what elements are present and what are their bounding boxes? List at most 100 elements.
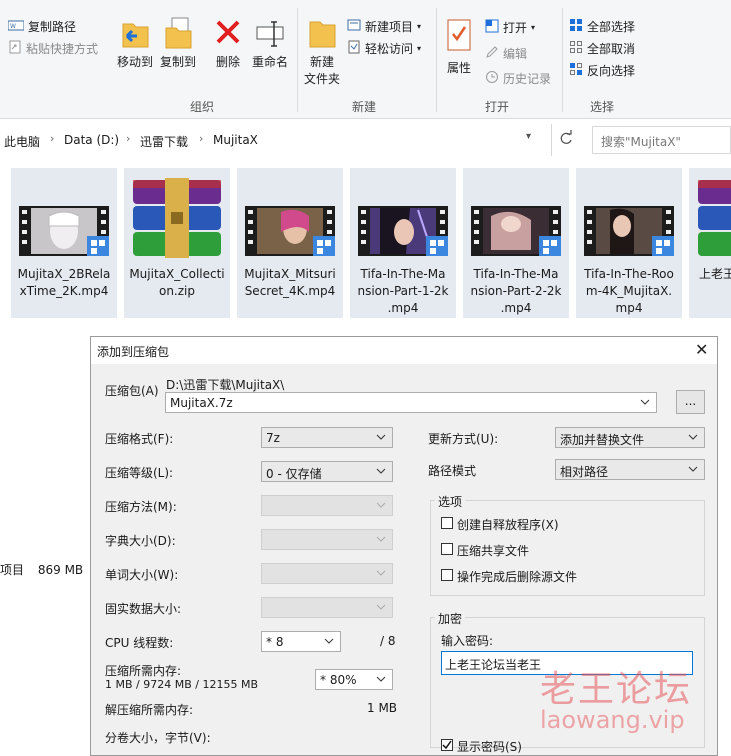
dictionary-select[interactable]: [261, 529, 393, 550]
cpu-threads-select[interactable]: * 8: [261, 631, 341, 652]
browse-button[interactable]: ...: [676, 390, 705, 414]
chevron-down-icon: [688, 466, 698, 472]
open-icon: [485, 19, 499, 36]
shared-files-checkbox[interactable]: [441, 543, 453, 555]
file-item[interactable]: MujitaX_Collecti on.zip: [124, 168, 230, 318]
new-item-button[interactable]: 新建项目 ▾: [347, 18, 421, 35]
group-select-label: 选择: [590, 100, 615, 114]
delete-after-checkbox-label: 操作完成后删除源文件: [457, 570, 578, 584]
easy-access-button[interactable]: 轻松访问 ▾: [347, 40, 421, 57]
solid-size-label: 固实数据大小:: [105, 602, 182, 616]
file-item[interactable]: Tifa-In-The-Roo m-4K_MujitaX. mp4: [576, 168, 682, 318]
status-items-label: 项目: [0, 563, 25, 577]
update-mode-label: 更新方式(U):: [428, 432, 499, 446]
address-history-dropdown-icon[interactable]: ▾: [526, 131, 531, 142]
chevron-right-icon[interactable]: ›: [50, 132, 54, 145]
breadcrumb-folder[interactable]: 迅雷下载: [140, 133, 188, 150]
chevron-down-icon: [376, 676, 386, 682]
open-button[interactable]: 打开 ▾: [485, 19, 535, 36]
delete-button[interactable]: 删除: [208, 16, 248, 70]
memory-percent-select[interactable]: * 80%: [315, 669, 393, 690]
format-select[interactable]: 7z: [261, 427, 393, 448]
history-button[interactable]: 历史记录: [485, 70, 551, 87]
file-item[interactable]: Tifa-In-The-Ma nsion-Part-2-2k .mp4: [463, 168, 569, 318]
archive-name-combo[interactable]: MujitaX.7z: [165, 392, 657, 413]
paste-shortcut-button[interactable]: 粘贴快捷方式: [8, 40, 98, 57]
new-folder-icon: [306, 16, 338, 53]
word-size-select[interactable]: [261, 563, 393, 584]
archive-name-value[interactable]: MujitaX.7z: [170, 396, 233, 410]
chevron-down-icon: [376, 604, 386, 610]
file-name: MujitaX_Mitsuri Secret_4K.mp4: [244, 267, 336, 298]
edit-button[interactable]: 编辑: [485, 45, 527, 62]
copy-path-icon: W: [7, 19, 25, 34]
chevron-down-icon: ▾: [417, 44, 422, 53]
new-item-icon: [347, 18, 361, 35]
file-item[interactable]: 上老王: [689, 168, 731, 318]
svg-text:W: W: [10, 23, 16, 30]
file-name: Tifa-In-The-Ma nsion-Part-1-2k .mp4: [357, 267, 449, 315]
file-name: 上老王: [699, 267, 731, 281]
ribbon: W 复制路径 粘贴快捷方式 移动到 复制到 删除 重命名 组织 新建 文件夹 新…: [0, 0, 731, 119]
delete-after-checkbox[interactable]: [441, 569, 453, 581]
rename-button[interactable]: 重命名: [248, 16, 292, 70]
select-all-button[interactable]: 全部选择: [569, 18, 635, 35]
decompress-memory-label: 解压缩所需内存:: [105, 703, 194, 717]
solid-size-select[interactable]: [261, 597, 393, 618]
copy-to-button[interactable]: 复制到: [158, 16, 198, 70]
method-select[interactable]: [261, 495, 393, 516]
chevron-down-icon[interactable]: [638, 394, 652, 410]
file-item[interactable]: Tifa-In-The-Ma nsion-Part-1-2k .mp4: [350, 168, 456, 318]
chevron-right-icon[interactable]: ›: [126, 132, 130, 145]
chevron-right-icon[interactable]: ›: [199, 132, 203, 145]
checkmark-icon: [442, 740, 452, 750]
search-input-placeholder[interactable]: 搜索"MujitaX": [601, 133, 681, 150]
level-select[interactable]: 0 - 仅存储: [261, 461, 393, 482]
search-box[interactable]: 搜索"MujitaX": [592, 126, 731, 154]
method-label: 压缩方法(M):: [105, 500, 177, 514]
breadcrumb-this-pc[interactable]: 此电脑: [4, 133, 40, 150]
dialog-titlebar[interactable]: 添加到压缩包 ✕: [90, 336, 718, 364]
invert-selection-button[interactable]: 反向选择: [569, 62, 635, 79]
paste-shortcut-icon: [8, 40, 22, 57]
chevron-down-icon: [376, 434, 386, 440]
copy-path-button[interactable]: W 复制路径: [7, 18, 76, 35]
sfx-checkbox-label: 创建自释放程序(X): [457, 518, 559, 532]
encryption-group-title: 加密: [435, 610, 466, 627]
breadcrumb-drive[interactable]: Data (D:): [64, 133, 119, 147]
update-mode-select[interactable]: 添加并替换文件: [555, 427, 705, 448]
status-size: 869 MB: [37, 563, 84, 577]
sfx-checkbox[interactable]: [441, 517, 453, 529]
file-item[interactable]: MujitaX_2BRela xTime_2K.mp4: [11, 168, 117, 318]
shared-files-checkbox-label: 压缩共享文件: [457, 544, 530, 558]
video-thumbnail-icon: [19, 206, 109, 256]
delete-icon: [212, 16, 244, 53]
rename-icon: [254, 16, 286, 53]
status-bar: 项目 869 MB: [0, 561, 83, 578]
refresh-icon[interactable]: [558, 129, 574, 152]
close-icon[interactable]: ✕: [695, 340, 708, 359]
dialog-title: 添加到压缩包: [97, 345, 170, 359]
path-mode-select[interactable]: 相对路径: [555, 459, 705, 480]
breadcrumb-current[interactable]: MujitaX: [213, 133, 258, 147]
show-password-label: 显示密码(S): [457, 740, 522, 754]
move-to-button[interactable]: 移动到: [115, 16, 155, 70]
chevron-down-icon: [376, 570, 386, 576]
file-item[interactable]: MujitaX_Mitsuri Secret_4K.mp4: [237, 168, 343, 318]
video-thumbnail-icon: [584, 206, 674, 256]
path-mode-label: 路径模式: [428, 464, 477, 478]
invert-selection-icon: [569, 62, 583, 79]
dictionary-label: 字典大小(D):: [105, 534, 176, 548]
file-name: Tifa-In-The-Ma nsion-Part-2-2k .mp4: [470, 267, 562, 315]
chevron-down-icon: ▾: [417, 22, 422, 31]
new-folder-button[interactable]: 新建 文件夹: [302, 16, 342, 87]
show-password-checkbox[interactable]: [441, 739, 453, 751]
split-volume-label: 分卷大小，字节(V):: [105, 731, 211, 745]
properties-button[interactable]: 属性: [441, 16, 477, 76]
cpu-threads-total: / 8: [380, 634, 396, 648]
decompress-memory-value: 1 MB: [367, 701, 398, 715]
address-divider: [551, 124, 552, 156]
select-none-button[interactable]: 全部取消: [569, 40, 635, 57]
password-label: 输入密码:: [441, 634, 494, 648]
video-thumbnail-icon: [245, 206, 335, 256]
